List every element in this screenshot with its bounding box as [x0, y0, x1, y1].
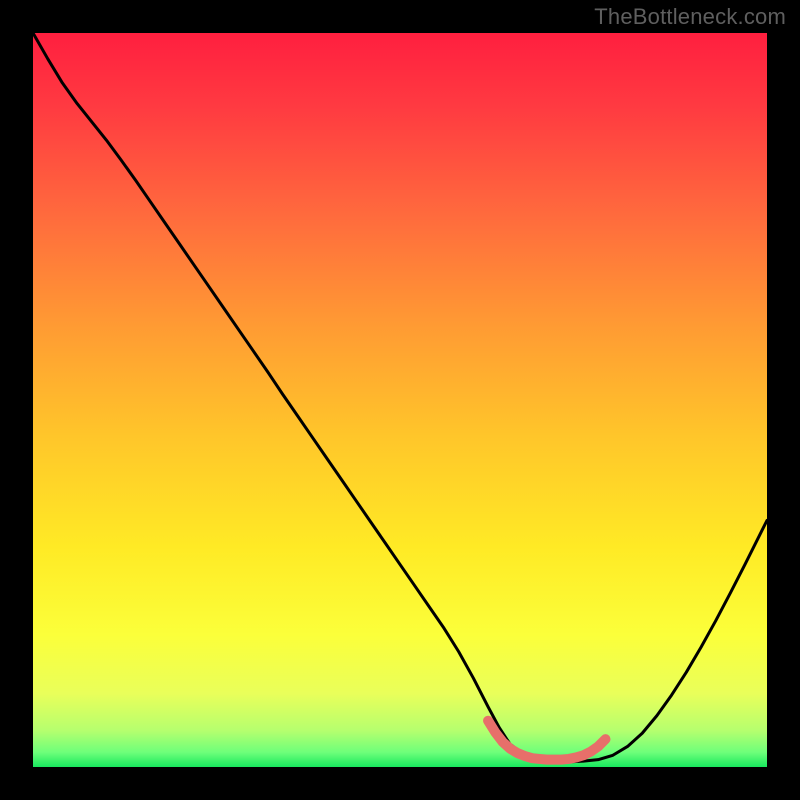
optimal-range-highlight [488, 721, 605, 760]
chart-stage: TheBottleneck.com [0, 0, 800, 800]
watermark: TheBottleneck.com [594, 4, 786, 30]
curve-layer [33, 33, 767, 767]
plot-area [33, 33, 767, 767]
bottleneck-curve [33, 33, 767, 762]
